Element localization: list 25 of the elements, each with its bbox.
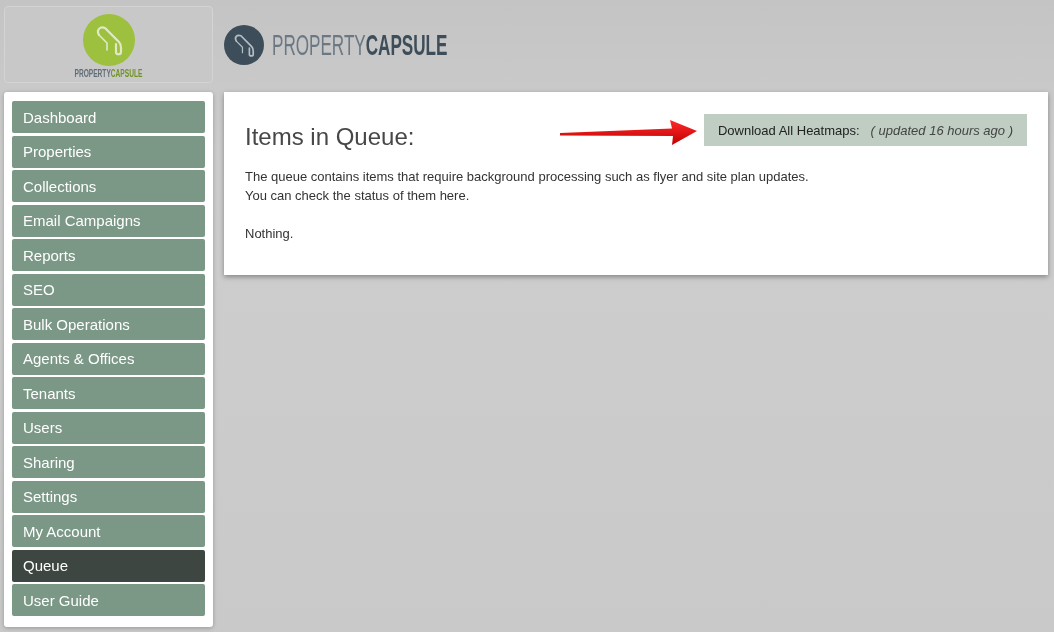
sidebar-item[interactable]: Settings (12, 480, 205, 513)
sidebar-item[interactable]: User Guide (12, 584, 205, 616)
sidebar-item[interactable]: Collections (12, 170, 205, 202)
sidebar-item[interactable]: Queue (12, 549, 205, 582)
sidebar-item[interactable]: Bulk Operations (12, 308, 205, 340)
empty-message: Nothing. (245, 225, 294, 243)
panel-title: Items in Queue: (245, 123, 415, 151)
sidebar-item[interactable]: Properties (12, 135, 205, 168)
sidebar-item[interactable]: Reports (12, 239, 205, 271)
logo-text: PROPERTYCAPSULE (74, 68, 143, 80)
description-text: You can check the status of them here. (245, 187, 470, 205)
logo-text: PROPERTYCAPSULE (272, 28, 448, 61)
sidebar-item[interactable]: Tenants (12, 377, 205, 409)
description-text: The queue contains items that require background processing such as flyer and site plan updates. (245, 168, 809, 186)
sidebar-item[interactable]: Agents & Offices (12, 342, 205, 375)
sidebar-item[interactable]: Email Campaigns (12, 204, 205, 237)
logo-icon (82, 14, 135, 66)
sidebar-item[interactable]: Users (12, 411, 205, 444)
sidebar-item[interactable]: SEO (12, 273, 205, 306)
download-heatmaps-button[interactable]: Download All Heatmaps: ( updated 16 hours ago ) (703, 114, 1027, 146)
sidebar-item[interactable]: Dashboard (12, 101, 205, 133)
sidebar-item[interactable]: My Account (12, 515, 205, 547)
logo-icon (224, 24, 264, 65)
sidebar-item[interactable]: Sharing (12, 446, 205, 478)
arrow-icon (560, 119, 697, 146)
